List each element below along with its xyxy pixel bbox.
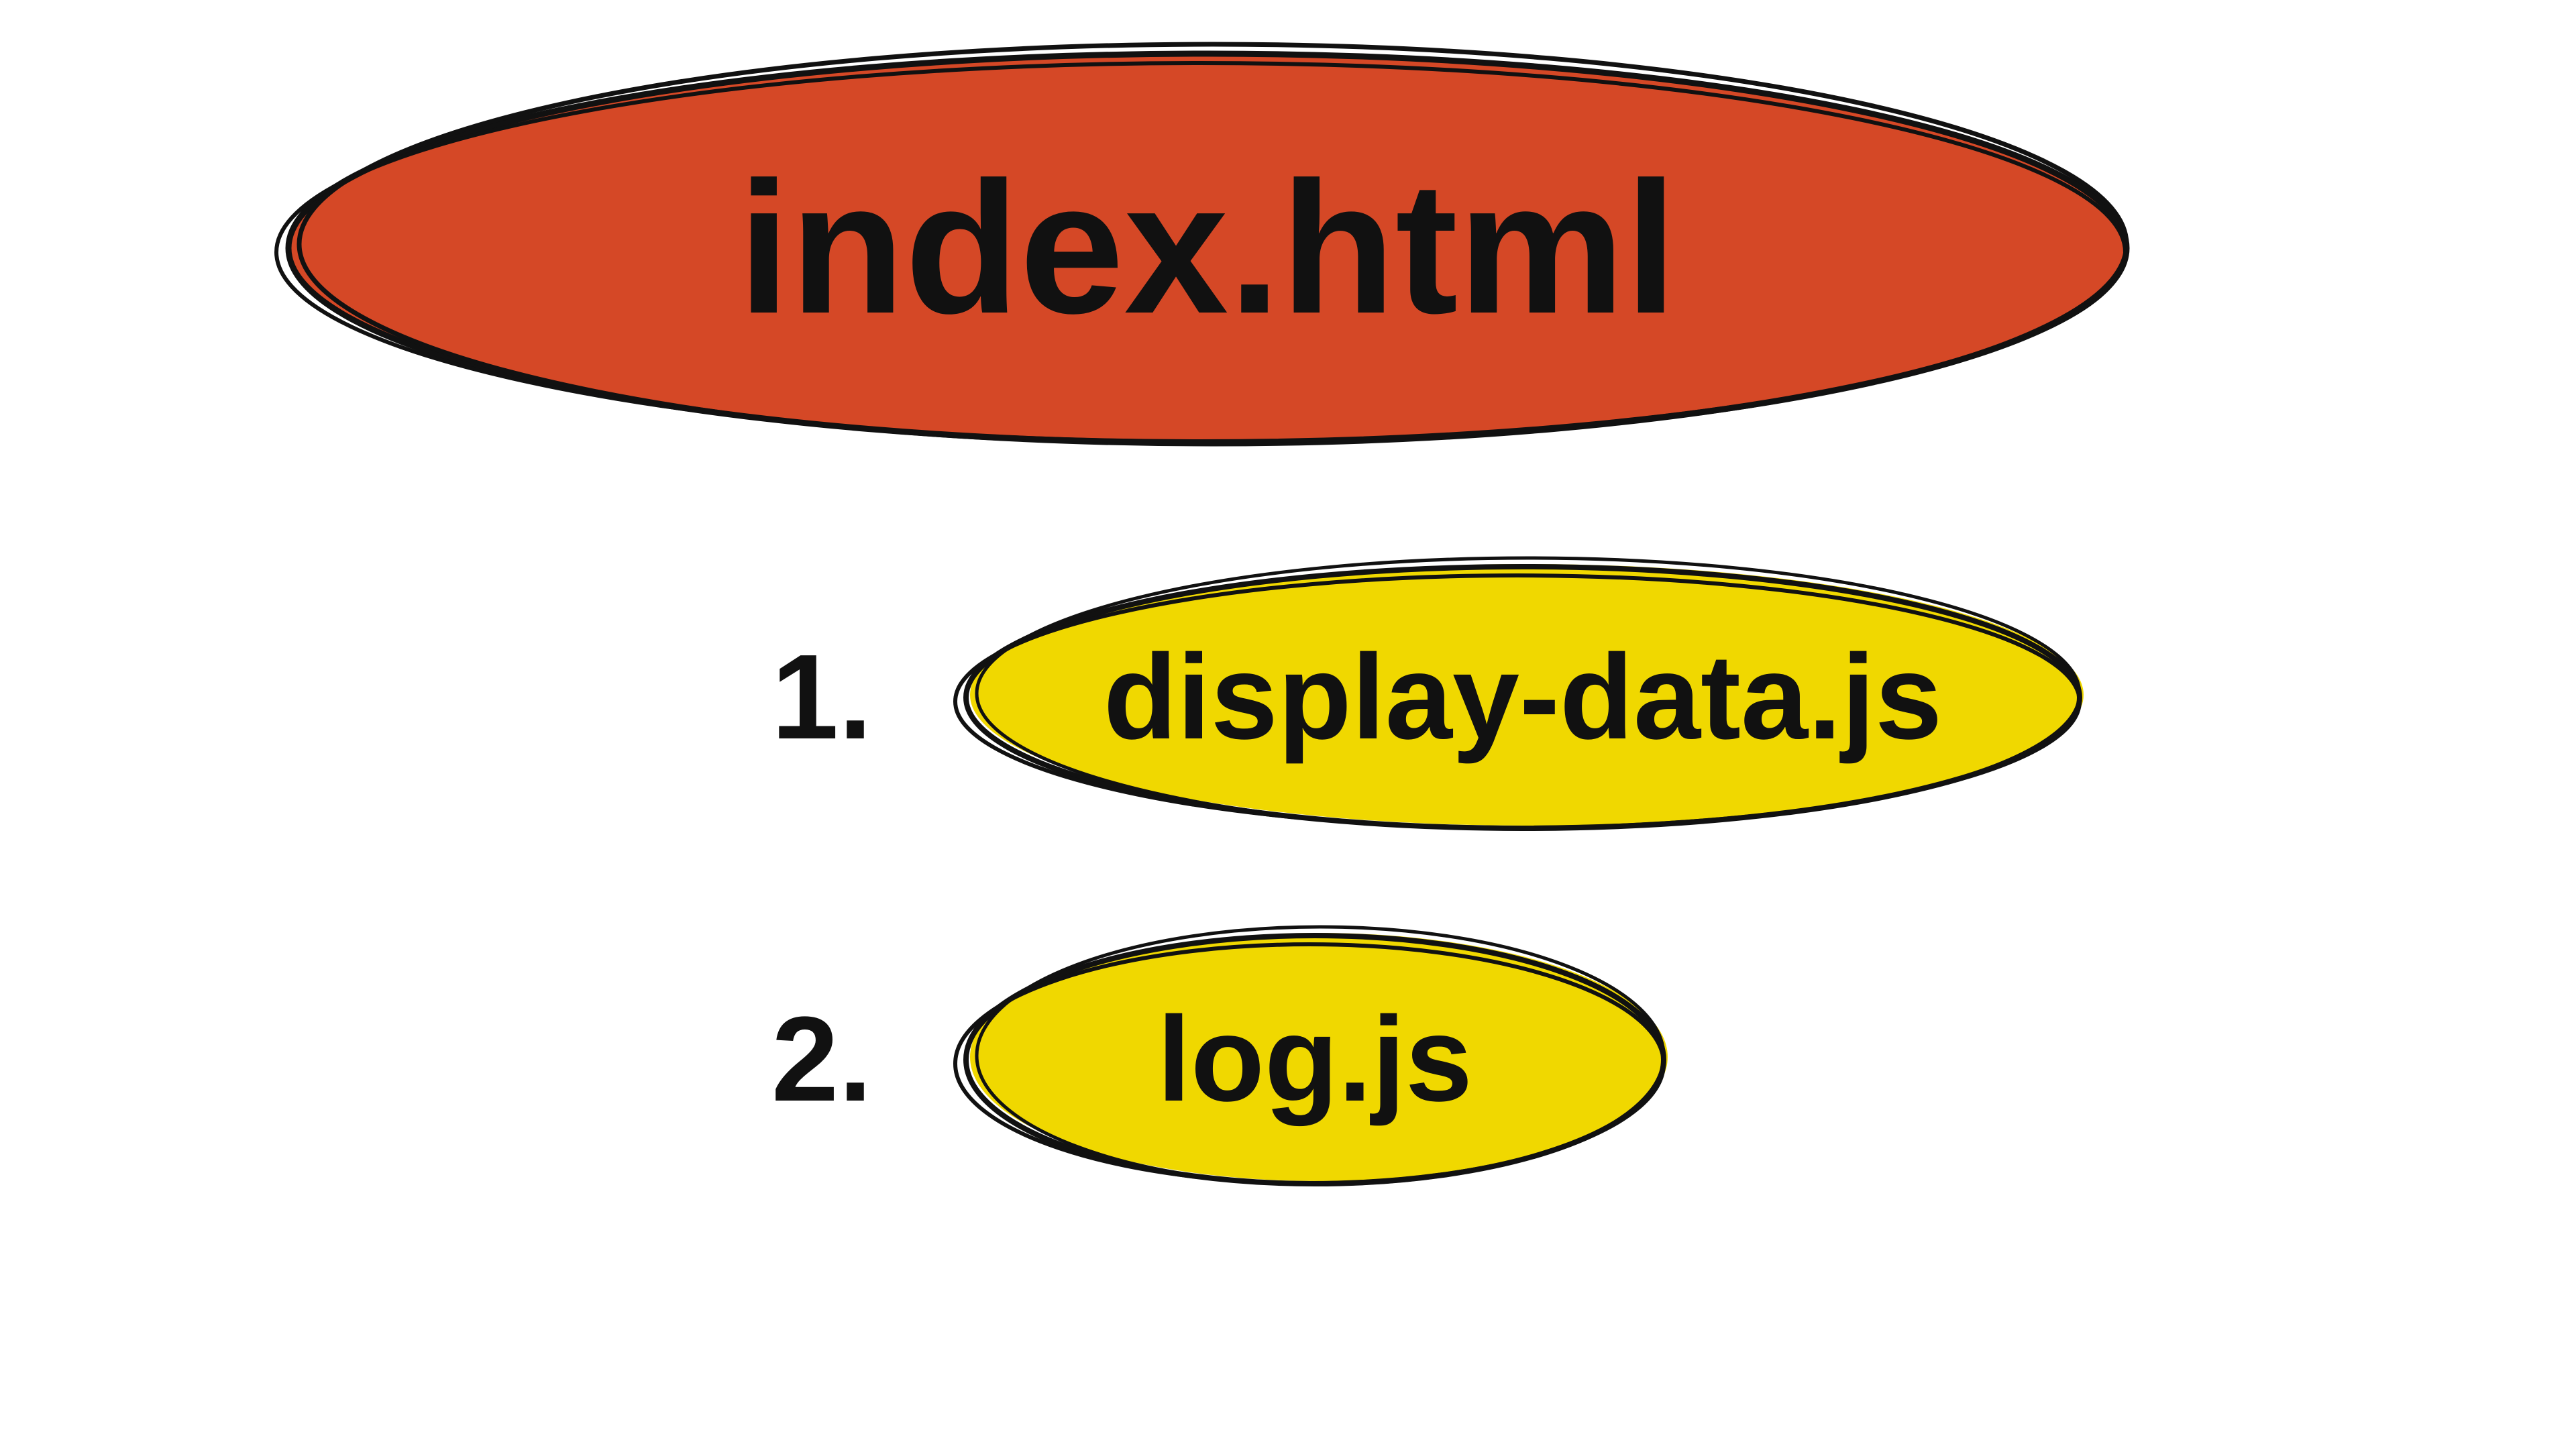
file-node-index-html: index.html	[268, 34, 2147, 463]
file-node-log-js-label: log.js	[939, 919, 1690, 1201]
file-node-log-js: log.js	[939, 919, 1690, 1201]
list-number-2: 2.	[771, 999, 872, 1120]
file-node-index-html-label: index.html	[268, 34, 2147, 463]
diagram-canvas: index.html 1. display-data.js 2. log.js	[0, 0, 2576, 1450]
file-node-display-data-js-label: display-data.js	[939, 550, 2106, 845]
file-node-display-data-js: display-data.js	[939, 550, 2106, 845]
list-number-1: 1.	[771, 637, 872, 758]
